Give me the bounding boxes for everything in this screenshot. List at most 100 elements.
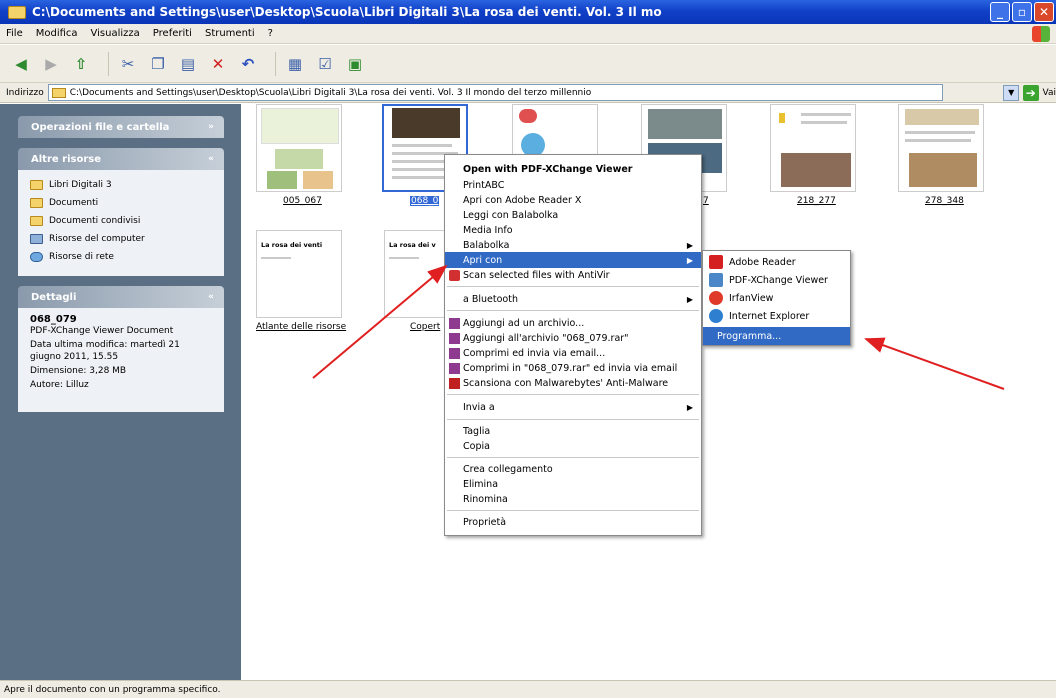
file-label-selected[interactable]: 068_0: [410, 196, 440, 206]
details-modified: Data ultima modifica: martedì 21 giugno …: [30, 340, 180, 362]
menu-comprimi-rar-email[interactable]: Comprimi in "068_079.rar" ed invia via e…: [445, 360, 701, 376]
adobe-reader-icon: [709, 255, 723, 269]
folder-icon: [30, 180, 43, 190]
menu-taglia[interactable]: Taglia: [445, 423, 701, 439]
forward-icon[interactable]: ▶: [40, 53, 62, 75]
menu-visualizza[interactable]: Visualizza: [91, 28, 140, 39]
resource-risorse-computer[interactable]: Risorse del computer: [30, 230, 212, 248]
file-thumbnail[interactable]: La rosa dei v: [384, 230, 446, 318]
details-header[interactable]: Dettagli «: [18, 286, 224, 308]
file-label[interactable]: Atlante delle risorse: [256, 322, 346, 332]
documents-folder-icon: [30, 198, 43, 208]
resource-documenti-condivisi[interactable]: Documenti condivisi: [30, 212, 212, 230]
menu-apri-con[interactable]: Apri con ▶: [445, 252, 701, 268]
submenu-internet-explorer[interactable]: Internet Explorer: [703, 307, 850, 325]
delete-icon[interactable]: ✕: [207, 53, 229, 75]
address-dropdown-icon[interactable]: ▼: [1003, 84, 1019, 101]
submenu-adobe-reader[interactable]: Adobe Reader: [703, 253, 850, 271]
cut-icon[interactable]: ✂: [117, 53, 139, 75]
submenu-label: PDF-XChange Viewer: [729, 274, 828, 286]
file-label[interactable]: 7: [703, 196, 709, 206]
menu-open-pdfxchange[interactable]: Open with PDF-XChange Viewer: [445, 161, 701, 177]
resource-documenti[interactable]: Documenti: [30, 194, 212, 212]
network-icon: [30, 252, 43, 262]
menu-separator: [447, 310, 699, 311]
menu-printabc[interactable]: PrintABC: [445, 177, 701, 193]
menu-file[interactable]: File: [6, 28, 23, 39]
submenu-arrow-icon: ▶: [686, 240, 693, 250]
resource-label: Risorse del computer: [49, 234, 145, 244]
menu-help[interactable]: ?: [268, 28, 273, 39]
menu-crea-collegamento[interactable]: Crea collegamento: [445, 461, 701, 477]
menu-strumenti[interactable]: Strumenti: [205, 28, 255, 39]
toolbar-separator: [275, 51, 276, 76]
operations-panel-header[interactable]: Operazioni file e cartella »: [18, 116, 224, 138]
menu-modifica[interactable]: Modifica: [36, 28, 78, 39]
menu-open-adobe-reader[interactable]: Apri con Adobe Reader X: [445, 192, 701, 208]
address-bar: Indirizzo C:\Documents and Settings\user…: [0, 83, 1056, 103]
collapse-chevron-icon[interactable]: «: [208, 154, 214, 164]
submenu-label: Adobe Reader: [729, 256, 796, 268]
malwarebytes-icon: [449, 377, 460, 389]
file-label[interactable]: 218_277: [797, 196, 836, 206]
menu-leggi-balabolka[interactable]: Leggi con Balabolka: [445, 207, 701, 223]
go-label[interactable]: Vai: [1043, 88, 1056, 98]
undo-icon[interactable]: ↶: [237, 53, 259, 75]
menu-label: Aggiungi all'archivio "068_079.rar": [463, 332, 629, 344]
properties-icon[interactable]: ☑: [314, 53, 336, 75]
menu-proprieta[interactable]: Proprietà: [445, 514, 701, 530]
irfanview-icon: [709, 291, 723, 305]
file-label[interactable]: Copert: [410, 322, 440, 332]
submenu-label: IrfanView: [729, 292, 774, 304]
file-label[interactable]: 005_067: [283, 196, 322, 206]
go-arrow-icon[interactable]: ➔: [1022, 84, 1039, 101]
file-thumbnail[interactable]: La rosa dei venti: [256, 230, 342, 318]
file-thumbnail[interactable]: [898, 104, 984, 192]
submenu-programma[interactable]: Programma...: [703, 327, 850, 345]
menu-malwarebytes[interactable]: Scansiona con Malwarebytes' Anti-Malware: [445, 375, 701, 391]
menu-aggiungi-rar[interactable]: Aggiungi all'archivio "068_079.rar": [445, 330, 701, 346]
task-pane: Operazioni file e cartella » Altre risor…: [0, 104, 241, 680]
collapse-chevron-icon[interactable]: «: [208, 292, 214, 302]
menu-separator: [447, 286, 699, 287]
computer-icon: [30, 234, 43, 244]
context-menu: Open with PDF-XChange Viewer PrintABC Ap…: [444, 154, 702, 536]
menu-invia-a[interactable]: Invia a ▶: [445, 399, 701, 415]
open-with-submenu: Adobe Reader PDF-XChange Viewer IrfanVie…: [702, 250, 851, 346]
close-button[interactable]: ✕: [1034, 2, 1054, 22]
menu-preferiti[interactable]: Preferiti: [153, 28, 192, 39]
expand-chevron-icon[interactable]: »: [208, 122, 214, 132]
menu-aggiungi-archivio[interactable]: Aggiungi ad un archivio...: [445, 315, 701, 331]
submenu-pdfxchange[interactable]: PDF-XChange Viewer: [703, 271, 850, 289]
minimize-button[interactable]: _: [990, 2, 1010, 22]
menu-media-info[interactable]: Media Info: [445, 222, 701, 238]
window-title: C:\Documents and Settings\user\Desktop\S…: [32, 5, 662, 19]
menu-comprimi-email[interactable]: Comprimi ed invia via email...: [445, 345, 701, 361]
restore-button[interactable]: ▫: [1012, 2, 1032, 22]
file-thumbnail[interactable]: [770, 104, 856, 192]
views-icon[interactable]: ▦: [284, 53, 306, 75]
file-thumbnail[interactable]: [256, 104, 342, 192]
paste-icon[interactable]: ▤: [177, 53, 199, 75]
menu-balabolka[interactable]: Balabolka ▶: [445, 237, 701, 253]
menu-bluetooth[interactable]: a Bluetooth ▶: [445, 291, 701, 307]
submenu-label: Internet Explorer: [729, 310, 810, 322]
resource-libri-digitali[interactable]: Libri Digitali 3: [30, 176, 212, 194]
menu-label: Scansiona con Malwarebytes' Anti-Malware: [463, 377, 669, 389]
menu-scan-antivir[interactable]: Scan selected files with AntiVir: [445, 267, 701, 283]
folder-icon: [51, 87, 66, 98]
menu-elimina[interactable]: Elimina: [445, 476, 701, 492]
address-field[interactable]: C:\Documents and Settings\user\Desktop\S…: [47, 84, 944, 101]
back-icon[interactable]: ◀: [10, 53, 32, 75]
submenu-irfanview[interactable]: IrfanView: [703, 289, 850, 307]
file-label[interactable]: 278_348: [925, 196, 964, 206]
other-resources-header[interactable]: Altre risorse «: [18, 148, 224, 170]
windows-logo-icon: [1032, 26, 1050, 42]
thumb-caption: La rosa dei venti: [261, 241, 323, 249]
up-folder-icon[interactable]: ⇧: [70, 53, 92, 75]
menu-rinomina[interactable]: Rinomina: [445, 491, 701, 507]
sync-icon[interactable]: ▣: [344, 53, 366, 75]
copy-icon[interactable]: ❐: [147, 53, 169, 75]
menu-copia[interactable]: Copia: [445, 438, 701, 454]
resource-risorse-rete[interactable]: Risorse di rete: [30, 248, 212, 266]
